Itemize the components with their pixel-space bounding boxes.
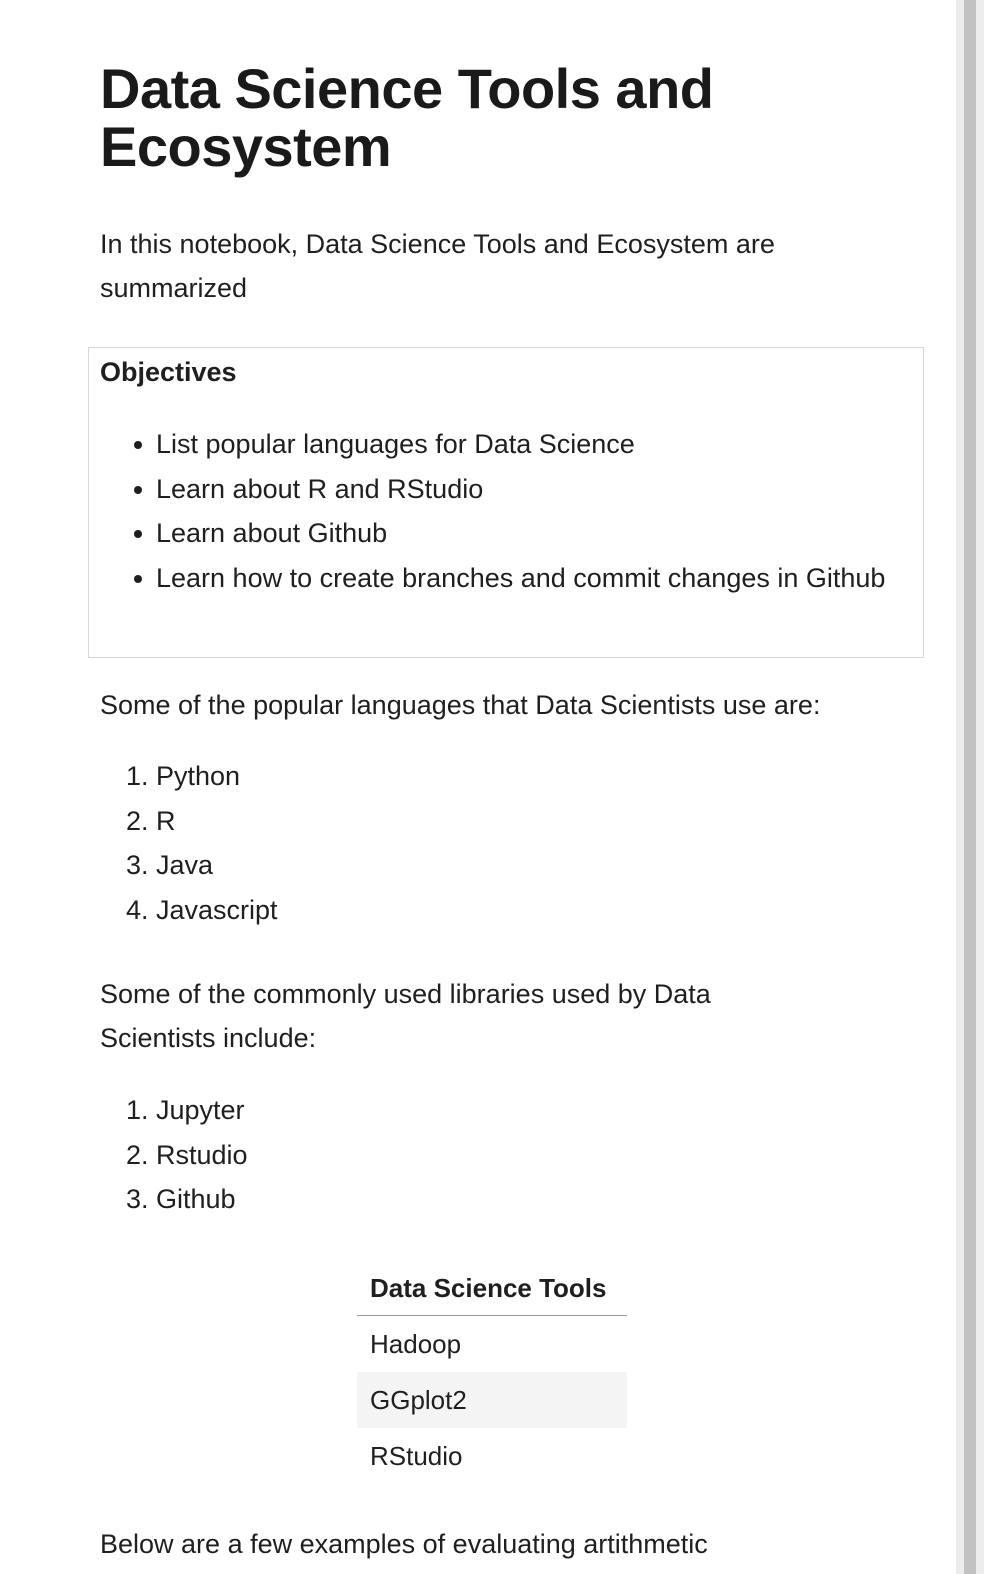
objective-item: Learn about Github (134, 511, 909, 556)
table-header-row: Data Science Tools (357, 1262, 627, 1316)
tools-table: Data Science Tools Hadoop GGplot2 RStudi… (357, 1262, 627, 1484)
examples-intro: Below are a few examples of evaluating a… (100, 1529, 708, 1559)
languages-intro: Some of the popular languages that Data … (100, 690, 821, 720)
scrollbar-thumb[interactable] (964, 0, 976, 1574)
objective-item: Learn how to create branches and commit … (134, 556, 909, 601)
table-row: Hadoop (357, 1316, 627, 1373)
list-item: 1. Python (100, 754, 278, 799)
list-item: 4. Javascript (100, 888, 278, 933)
objectives-box: Objectives List popular languages for Da… (88, 347, 924, 658)
table-row: RStudio (357, 1428, 627, 1484)
table-cell: GGplot2 (357, 1372, 627, 1428)
objectives-heading: Objectives (100, 357, 237, 387)
language-item: Javascript (156, 895, 278, 926)
vertical-scrollbar[interactable] (956, 0, 984, 1574)
table-cell: Hadoop (370, 1328, 462, 1359)
language-item: Python (156, 761, 241, 791)
objective-item: List popular languages for Data Science (134, 422, 909, 467)
intro-paragraph: In this notebook, Data Science Tools and… (100, 229, 775, 303)
list-item: 1. Jupyter (100, 1088, 248, 1133)
languages-list: 1. Python 2. R 3. Java 4. Javascript (100, 754, 278, 933)
objective-item: Learn about R and RStudio (134, 467, 909, 512)
list-item: 2. R (100, 799, 278, 844)
list-item: 3. Github (100, 1177, 248, 1222)
libraries-intro: Some of the commonly used libraries used… (100, 979, 711, 1053)
list-item: 2. Rstudio (100, 1133, 248, 1178)
language-item: Java (156, 850, 214, 881)
library-item: Rstudio (156, 1139, 248, 1170)
language-item: R (156, 805, 176, 836)
list-item: 3. Java (100, 843, 278, 888)
table-header-cell: Data Science Tools (357, 1262, 627, 1316)
page-title: Data Science Tools and Ecosystem (100, 57, 714, 178)
library-item: Jupyter (156, 1095, 245, 1125)
library-item: Github (156, 1184, 236, 1215)
libraries-list: 1. Jupyter 2. Rstudio 3. Github (100, 1088, 248, 1222)
table-row: GGplot2 (357, 1372, 627, 1428)
objectives-list: List popular languages for Data Science … (89, 422, 909, 600)
table-cell: RStudio (370, 1440, 463, 1471)
